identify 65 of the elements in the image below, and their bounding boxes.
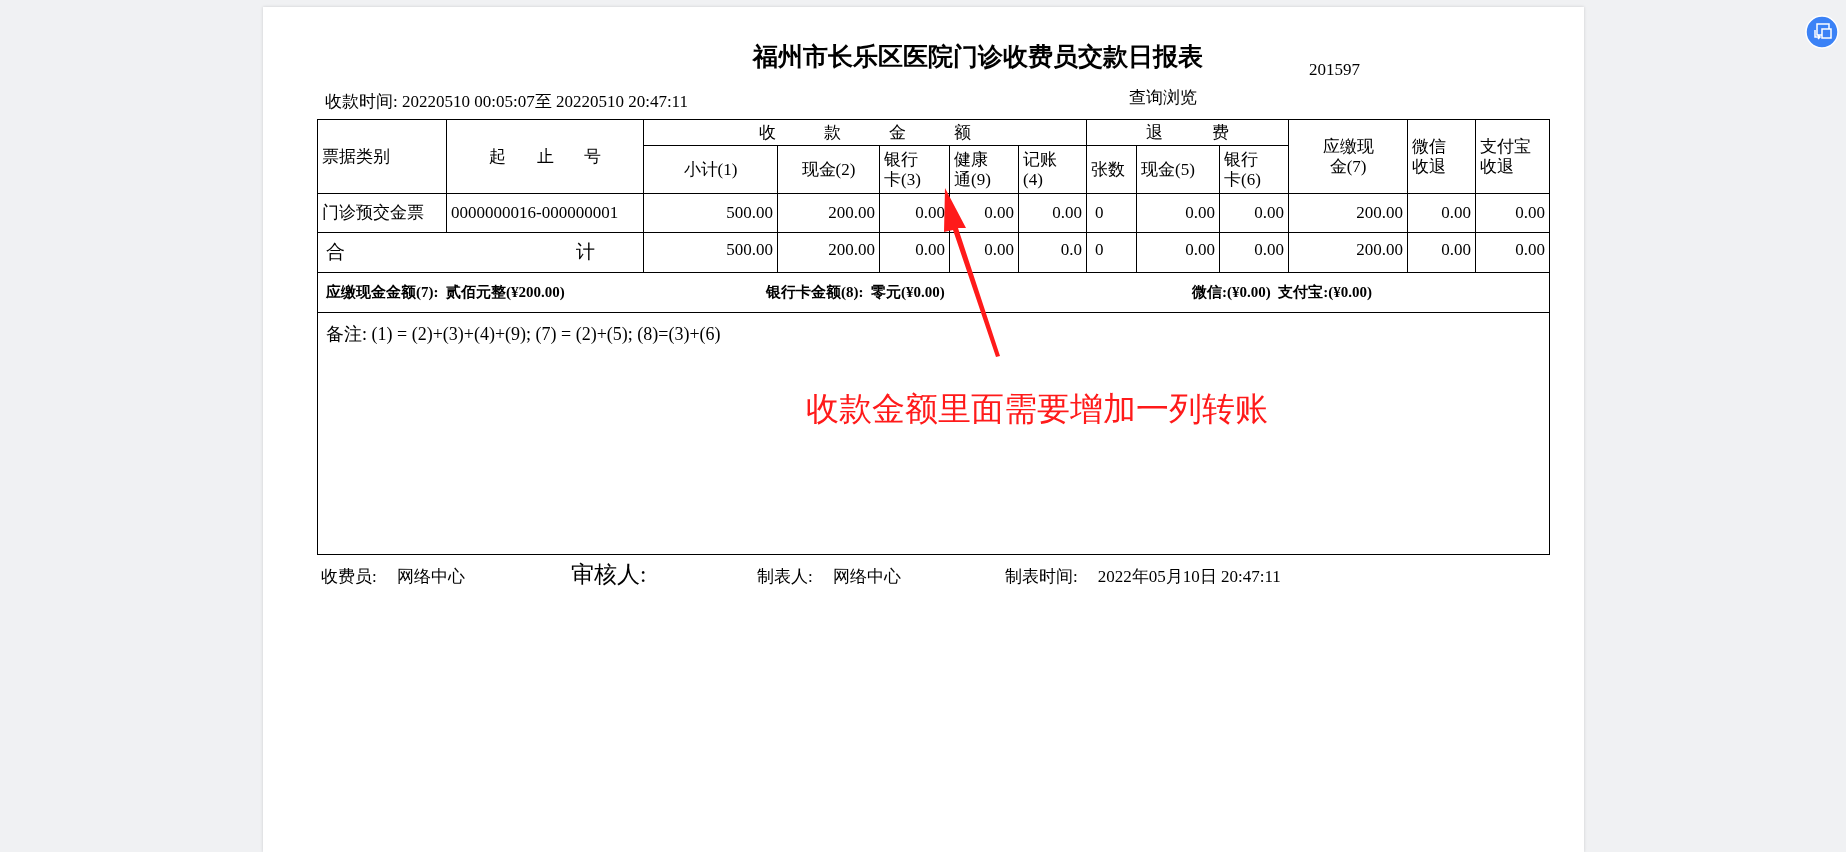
footer-value: 2022年05月10日 20:47:11 xyxy=(1097,565,1281,588)
footer-value: 网络中心 xyxy=(396,565,465,588)
table-cell: 0.00 xyxy=(1441,240,1472,259)
table-cell: 0.00 xyxy=(1185,203,1216,223)
footer-value: 网络中心 xyxy=(832,565,901,588)
column-header: (4) xyxy=(1023,169,1043,189)
table-cell: 0.0 xyxy=(1060,240,1083,259)
period-text: 收款时间: 20220510 00:05:07至 20220510 20:47:11 xyxy=(325,91,688,113)
table-cell: 0.00 xyxy=(915,240,945,259)
column-header: 支付宝 xyxy=(1480,136,1532,156)
table-cell: 200.00 xyxy=(828,240,875,259)
column-header: 通(9) xyxy=(954,169,991,189)
table-cell: 0.00 xyxy=(1254,240,1285,259)
footer-label: 制表时间: xyxy=(1005,565,1078,588)
table-cell: 0.00 xyxy=(1441,203,1472,223)
column-header: 退 费 xyxy=(1146,122,1229,142)
table-cell: 200.00 xyxy=(828,203,875,223)
table-cell: 0000000016-000000001 xyxy=(451,203,619,223)
column-header: 银行 xyxy=(1224,149,1259,169)
column-header: 卡(3) xyxy=(884,169,921,189)
table-cell: 0 xyxy=(1095,240,1104,259)
column-header: 金(7) xyxy=(1329,156,1367,176)
column-header: 收退 xyxy=(1412,156,1447,176)
total-label: 合 xyxy=(326,240,345,265)
column-header: 现金(2) xyxy=(801,159,856,179)
footer-label: 收费员: xyxy=(321,565,377,588)
annotation-text: 收款金额里面需要增加一列转账 xyxy=(806,389,1268,429)
column-header: 小计(1) xyxy=(683,159,738,179)
footer-label: 审核人: xyxy=(571,561,647,589)
table-cell: 0 xyxy=(1095,203,1104,223)
summary-text: 银行卡金额(8): 零元(¥0.00) xyxy=(766,283,946,303)
column-header: 记账 xyxy=(1023,149,1057,169)
table-cell: 500.00 xyxy=(726,240,773,259)
table-cell: 200.00 xyxy=(1356,203,1404,223)
total-label: 计 xyxy=(576,240,595,265)
report-title: 福州市长乐区医院门诊收费员交款日报表 xyxy=(753,41,1203,73)
column-header: 微信 xyxy=(1412,136,1447,156)
column-header: 应缴现 xyxy=(1322,136,1374,156)
column-header: 起 止 号 xyxy=(489,146,601,166)
note-text: 备注: (1) = (2)+(3)+(4)+(9); (7) = (2)+(5); (8)=(3)+(6) xyxy=(326,324,721,344)
table-cell: 500.00 xyxy=(726,203,773,223)
column-header: 现金(5) xyxy=(1141,159,1195,179)
column-header: 收退 xyxy=(1480,156,1515,176)
column-header: 票据类别 xyxy=(322,146,390,166)
table-cell: 0.00 xyxy=(915,203,945,223)
table-cell: 0.00 xyxy=(1254,203,1285,223)
footer-label: 制表人: xyxy=(757,565,813,588)
table-cell: 0.00 xyxy=(984,240,1014,259)
column-header: 卡(6) xyxy=(1224,169,1261,189)
report-code: 201597 xyxy=(1309,59,1360,81)
table-cell: 0.00 xyxy=(1185,240,1216,259)
column-header: 收 款 金 额 xyxy=(758,122,972,142)
image-convert-icon[interactable] xyxy=(1805,15,1839,49)
table-cell: 0.00 xyxy=(1515,240,1546,259)
table-cell: 0.00 xyxy=(1515,203,1546,223)
view-label: 查询浏览 xyxy=(1129,87,1197,109)
table-cell: 0.00 xyxy=(1052,203,1083,223)
summary-text: 微信:(¥0.00) 支付宝:(¥0.00) xyxy=(1192,283,1372,303)
table-cell: 门诊预交金票 xyxy=(322,203,424,223)
column-header: 张数 xyxy=(1091,159,1126,179)
column-header: 银行 xyxy=(884,149,918,169)
column-header: 健康 xyxy=(954,149,988,169)
table-cell: 0.00 xyxy=(984,203,1014,223)
table-cell: 200.00 xyxy=(1356,240,1404,259)
summary-text: 应缴现金金额(7): 贰佰元整(¥200.00) xyxy=(326,283,566,303)
